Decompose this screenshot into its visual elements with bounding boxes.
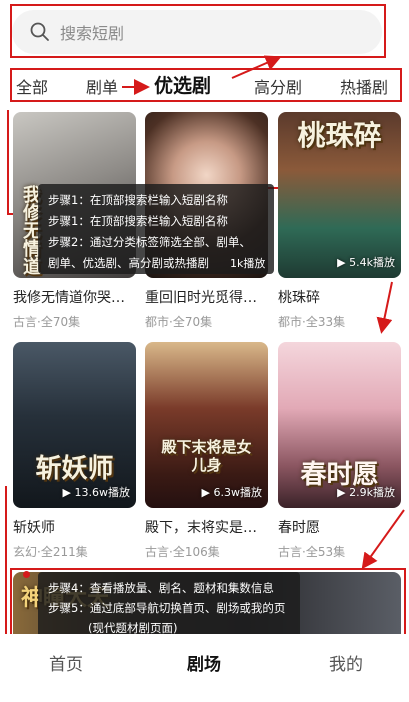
play-count: ▶ 2.9k播放 [337,486,395,499]
tab-all[interactable]: 全部 [16,74,48,98]
play-count: ▶ 13.6w播放 [62,486,130,499]
step-text: 步骤1：在顶部搜索栏输入短剧名称 [48,193,228,207]
annotation-dot [23,571,30,578]
drama-poster[interactable]: 斩妖师 ▶ 13.6w播放 [13,342,136,508]
nav-home[interactable]: 首页 [49,650,83,675]
step-text: 步骤4：查看播放量、剧名、题材和集数信息 [48,581,274,595]
tab-featured[interactable]: 优选剧 [154,71,211,98]
drama-poster[interactable]: 桃珠碎 ▶ 5.4k播放 [278,112,401,278]
search-icon [30,22,49,41]
drama-poster[interactable]: 殿下末将是女儿身 ▶ 6.3w播放 [145,342,268,508]
drama-meta: 都市·全33集 [278,315,346,329]
play-count: ▶ 6.3w播放 [201,486,262,499]
nav-mine[interactable]: 我的 [329,650,363,675]
nav-theater[interactable]: 剧场 [187,650,221,675]
drama-card[interactable]: 殿下末将是女儿身 ▶ 6.3w播放 殿下，末将实是… 古言·全106集 [145,342,268,560]
poster-title-text: 殿下末将是女儿身 [161,438,252,474]
drama-title[interactable]: 斩妖师 [13,517,136,537]
category-tabs: 全部 剧单 优选剧 高分剧 热播剧 [14,70,399,102]
drama-meta: 玄幻·全211集 [13,545,88,559]
tab-trending[interactable]: 热播剧 [340,74,388,98]
drama-meta: 古言·全106集 [145,545,220,559]
drama-title[interactable]: 我修无情道你哭… [13,287,136,307]
play-count-hidden: 1k播放 [230,257,266,270]
search-placeholder: 搜索短剧 [60,24,125,43]
poster-title-text: 斩妖师 [35,454,114,484]
search-bar[interactable]: 搜索短剧 [12,10,382,54]
step-text: 步骤1：在顶部搜索栏输入短剧名称 [48,214,228,228]
drama-title[interactable]: 重回旧时光觅得… [145,287,268,307]
drama-title[interactable]: 春时愿 [278,517,401,537]
step-text: 步骤2：通过分类标签筛选全部、剧单、 [48,235,251,249]
drama-title[interactable]: 殿下，末将实是… [145,517,268,537]
drama-title[interactable]: 桃珠碎 [278,287,401,307]
drama-card[interactable]: 斩妖师 ▶ 13.6w播放 斩妖师 玄幻·全211集 [13,342,136,560]
poster-title-text: 桃珠碎 [297,119,382,152]
drama-card[interactable]: 桃珠碎 ▶ 5.4k播放 桃珠碎 都市·全33集 [278,112,401,330]
drama-meta: 古言·全70集 [13,315,81,329]
drama-poster[interactable]: 春时愿 ▶ 2.9k播放 [278,342,401,508]
drama-meta: 都市·全70集 [145,315,213,329]
tab-playlist[interactable]: 剧单 [86,74,118,98]
drama-meta: 古言·全53集 [278,545,346,559]
step-text: 步骤5：通过底部导航切换首页、剧场或我的页 [48,601,286,615]
drama-card[interactable]: 春时愿 ▶ 2.9k播放 春时愿 古言·全53集 [278,342,401,560]
bottom-nav: 首页 剧场 我的 [0,634,409,702]
tab-top-rated[interactable]: 高分剧 [254,74,302,98]
play-count: ▶ 5.4k播放 [337,256,395,269]
